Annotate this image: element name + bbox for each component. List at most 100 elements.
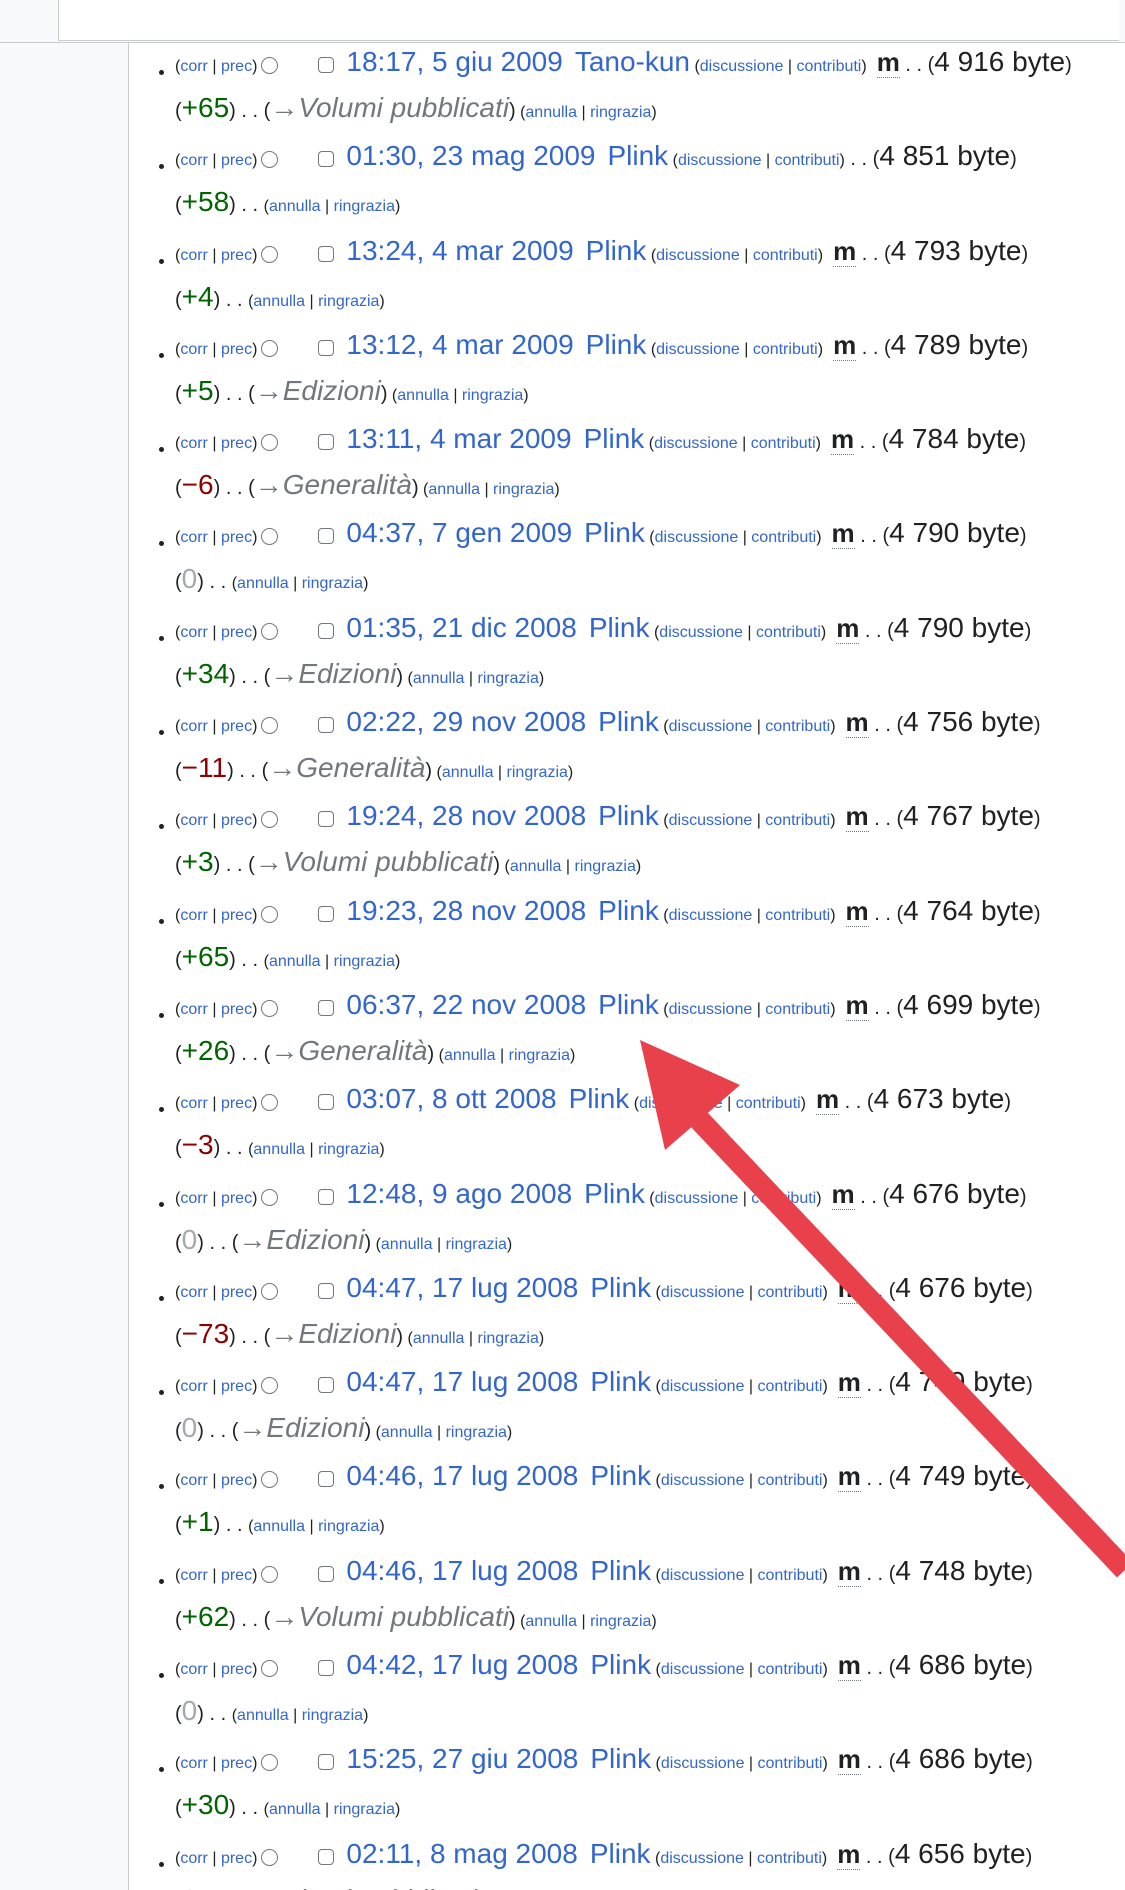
prev-link[interactable]: prec [221, 812, 252, 829]
user-link[interactable]: Plink [590, 1649, 651, 1680]
user-link[interactable]: Plink [590, 1838, 651, 1869]
prev-link[interactable]: prec [221, 1567, 252, 1584]
cur-link[interactable]: corr [180, 529, 208, 546]
compare-radio[interactable] [261, 1094, 279, 1112]
undo-link[interactable]: annulla [269, 1801, 321, 1818]
contribs-link[interactable]: contributi [756, 624, 821, 641]
thank-link[interactable]: ringrazia [507, 764, 568, 781]
cur-link[interactable]: corr [180, 1755, 208, 1772]
talk-link[interactable]: discussione [669, 1001, 753, 1018]
undo-link[interactable]: annulla [525, 104, 577, 121]
revision-date-link[interactable]: 02:11, 8 mag 2008 [346, 1838, 577, 1869]
talk-link[interactable]: discussione [661, 1567, 745, 1584]
revision-checkbox[interactable] [318, 528, 335, 545]
prev-link[interactable]: prec [221, 907, 252, 924]
revision-checkbox[interactable] [318, 1188, 335, 1205]
undo-link[interactable]: annulla [269, 953, 321, 970]
thank-link[interactable]: ringrazia [590, 1613, 651, 1630]
contribs-link[interactable]: contributi [751, 1190, 816, 1207]
compare-radio[interactable] [261, 151, 279, 169]
contribs-link[interactable]: contributi [751, 529, 816, 546]
talk-link[interactable]: discussione [639, 1095, 723, 1112]
talk-link[interactable]: discussione [669, 907, 753, 924]
revision-checkbox[interactable] [318, 57, 335, 73]
revision-date-link[interactable]: 04:42, 17 lug 2008 [346, 1649, 578, 1680]
compare-radio[interactable] [261, 717, 279, 735]
talk-link[interactable]: discussione [678, 152, 762, 169]
edit-summary[interactable]: →Generalità [255, 469, 412, 500]
thank-link[interactable]: ringrazia [477, 670, 538, 687]
cur-link[interactable]: corr [180, 1190, 208, 1207]
cur-link[interactable]: corr [180, 1472, 208, 1489]
compare-radio[interactable] [261, 245, 279, 263]
revision-checkbox[interactable] [318, 622, 335, 639]
thank-link[interactable]: ringrazia [334, 198, 395, 215]
revision-checkbox[interactable] [318, 1282, 335, 1299]
prev-link[interactable]: prec [221, 1190, 252, 1207]
revision-checkbox[interactable] [318, 1565, 335, 1582]
talk-link[interactable]: discussione [669, 812, 753, 829]
revision-date-link[interactable]: 02:22, 29 nov 2008 [346, 706, 586, 737]
user-link[interactable]: Plink [590, 1272, 651, 1303]
cur-link[interactable]: corr [180, 907, 208, 924]
compare-radio[interactable] [261, 1188, 279, 1206]
edit-summary[interactable]: →Generalità [270, 1035, 427, 1066]
undo-link[interactable]: annulla [444, 1047, 496, 1064]
thank-link[interactable]: ringrazia [334, 1801, 395, 1818]
edit-summary[interactable]: →Edizioni [270, 1318, 396, 1349]
revision-date-link[interactable]: 01:30, 23 mag 2009 [346, 140, 595, 171]
revision-date-link[interactable]: 13:24, 4 mar 2009 [346, 235, 573, 266]
compare-radio[interactable] [261, 999, 279, 1017]
contribs-link[interactable]: contributi [758, 1755, 823, 1772]
revision-checkbox[interactable] [318, 245, 335, 262]
compare-radio[interactable] [261, 1660, 279, 1678]
undo-link[interactable]: annulla [237, 1707, 289, 1724]
undo-link[interactable]: annulla [381, 1236, 433, 1253]
cur-link[interactable]: corr [180, 1661, 208, 1678]
talk-link[interactable]: discussione [654, 435, 738, 452]
prev-link[interactable]: prec [221, 435, 252, 452]
user-link[interactable]: Plink [590, 1366, 651, 1397]
revision-checkbox[interactable] [318, 151, 335, 168]
user-link[interactable]: Plink [589, 612, 650, 643]
thank-link[interactable]: ringrazia [334, 953, 395, 970]
contribs-link[interactable]: contributi [765, 907, 830, 924]
revision-checkbox[interactable] [318, 434, 335, 451]
thank-link[interactable]: ringrazia [302, 575, 363, 592]
user-link[interactable]: Plink [586, 329, 647, 360]
revision-date-link[interactable]: 04:46, 17 lug 2008 [346, 1460, 578, 1491]
user-link[interactable]: Plink [569, 1083, 630, 1114]
user-link[interactable]: Plink [598, 800, 659, 831]
thank-link[interactable]: ringrazia [509, 1047, 570, 1064]
revision-checkbox[interactable] [318, 1660, 335, 1677]
cur-link[interactable]: corr [180, 435, 208, 452]
edit-summary[interactable]: →Volumi pubblicati [270, 1601, 509, 1632]
edit-summary[interactable]: →Edizioni [238, 1224, 364, 1255]
thank-link[interactable]: ringrazia [590, 104, 651, 121]
thank-link[interactable]: ringrazia [477, 1330, 538, 1347]
user-link[interactable]: Plink [590, 1460, 651, 1491]
revision-date-link[interactable]: 19:24, 28 nov 2008 [346, 800, 586, 831]
cur-link[interactable]: corr [180, 812, 208, 829]
compare-radio[interactable] [261, 1754, 279, 1772]
cur-link[interactable]: corr [180, 624, 208, 641]
revision-date-link[interactable]: 04:47, 17 lug 2008 [346, 1366, 578, 1397]
revision-date-link[interactable]: 04:37, 7 gen 2009 [346, 517, 572, 548]
undo-link[interactable]: annulla [413, 670, 465, 687]
contribs-link[interactable]: contributi [765, 1001, 830, 1018]
compare-radio[interactable] [261, 339, 279, 357]
thank-link[interactable]: ringrazia [318, 1141, 379, 1158]
revision-checkbox[interactable] [318, 717, 335, 734]
user-link[interactable]: Tano-kun [575, 46, 690, 77]
undo-link[interactable]: annulla [428, 481, 480, 498]
revision-checkbox[interactable] [318, 905, 335, 922]
compare-radio[interactable] [261, 1471, 279, 1489]
prev-link[interactable]: prec [221, 1755, 252, 1772]
compare-radio[interactable] [261, 528, 279, 546]
prev-link[interactable]: prec [221, 1284, 252, 1301]
edit-summary[interactable]: →Volumi pubblicati [270, 92, 509, 123]
talk-link[interactable]: discussione [660, 1850, 744, 1867]
prev-link[interactable]: prec [221, 152, 252, 169]
undo-link[interactable]: annulla [397, 387, 449, 404]
undo-link[interactable]: annulla [253, 1518, 305, 1535]
